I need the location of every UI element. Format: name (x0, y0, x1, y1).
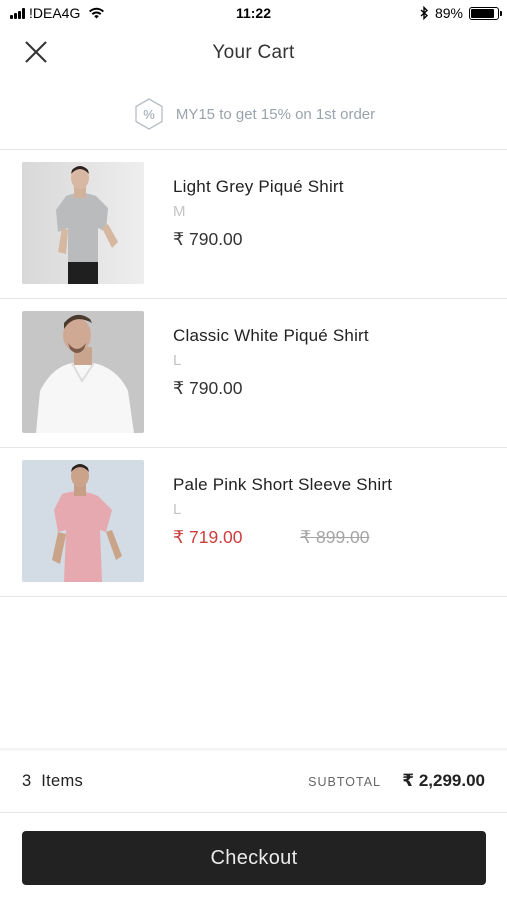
divider (0, 812, 507, 813)
product-photo (22, 460, 144, 582)
subtotal-label: SUBTOTAL (308, 775, 381, 789)
promo-text: MY15 to get 15% on 1st order (175, 105, 376, 123)
product-image[interactable] (22, 460, 144, 582)
item-size: L (173, 501, 182, 518)
item-size: L (173, 352, 182, 369)
item-name[interactable]: Classic White Piqué Shirt (173, 326, 369, 346)
item-size: M (173, 203, 186, 220)
item-price: ₹ 790.00 (173, 378, 243, 398)
item-name[interactable]: Light Grey Piqué Shirt (173, 177, 344, 197)
item-name[interactable]: Pale Pink Short Sleeve Shirt (173, 475, 392, 495)
page-title: Your Cart (212, 42, 295, 63)
checkout-button[interactable]: Checkout (22, 831, 486, 885)
subtotal-value: ₹ 2,299.00 (402, 771, 485, 790)
items-count: 3 Items (22, 772, 84, 790)
product-image[interactable] (22, 162, 144, 284)
bluetooth-icon (420, 6, 428, 20)
product-image[interactable] (22, 311, 144, 433)
item-original-price: ₹ 899.00 (300, 527, 370, 547)
battery-fill (471, 8, 495, 18)
status-right: 89% (420, 5, 502, 21)
cart-item[interactable]: Pale Pink Short Sleeve Shirt L ₹ 719.00 … (0, 447, 507, 595)
battery-icon (469, 6, 502, 20)
promo-banner: % MY15 to get 15% on 1st order (0, 98, 507, 130)
svg-text:%: % (143, 107, 155, 122)
cart-item[interactable]: Light Grey Piqué Shirt M ₹ 790.00 (0, 149, 507, 297)
product-photo (22, 162, 144, 284)
status-bar: !DEA4G 11:22 89% (0, 0, 507, 28)
footer-shadow (0, 748, 507, 752)
item-price: ₹ 790.00 (173, 229, 243, 249)
divider (0, 596, 507, 597)
cart-item[interactable]: Classic White Piqué Shirt L ₹ 790.00 (0, 298, 507, 446)
product-photo (22, 311, 144, 433)
item-sale-price: ₹ 719.00 (173, 527, 243, 547)
percent-badge-icon: % (135, 98, 163, 130)
battery-percent: 89% (434, 5, 463, 21)
